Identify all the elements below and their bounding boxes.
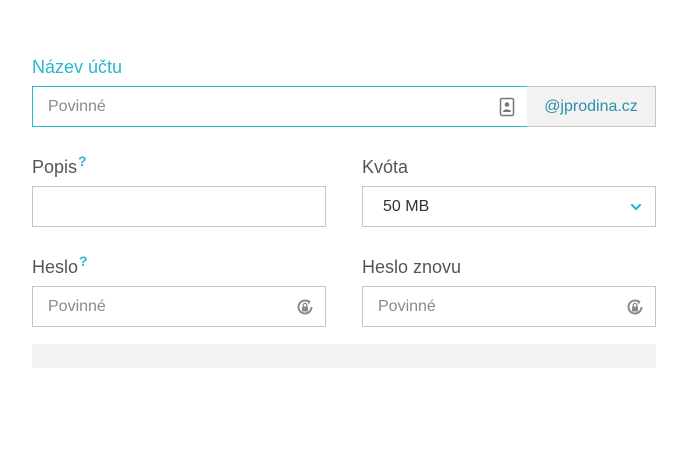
contact-card-icon[interactable] — [497, 97, 517, 117]
password-generator-icon[interactable] — [625, 297, 645, 317]
account-name-label: Název účtu — [32, 57, 123, 77]
account-name-input[interactable] — [33, 87, 527, 126]
password-field[interactable] — [32, 286, 326, 327]
description-input[interactable] — [33, 187, 325, 226]
domain-suffix: @jprodina.cz — [527, 86, 656, 127]
password-repeat-input[interactable] — [363, 287, 655, 326]
description-label-text: Popis — [32, 157, 78, 177]
description-help-icon[interactable]: ? — [78, 154, 87, 168]
quota-select[interactable]: 50 MB — [362, 186, 656, 227]
password-label: Heslo? — [32, 254, 88, 278]
password-label-text: Heslo — [32, 257, 79, 277]
password-repeat-field[interactable] — [362, 286, 656, 327]
account-form: Název účtu @jprodina.cz Popis? Kvóta 50 … — [0, 0, 689, 450]
password-repeat-label: Heslo znovu — [362, 257, 462, 277]
password-help-icon[interactable]: ? — [79, 254, 88, 268]
password-strength-bar — [32, 344, 656, 368]
quota-selected-value: 50 MB — [383, 198, 430, 215]
account-name-field[interactable] — [32, 86, 528, 127]
description-label: Popis? — [32, 154, 87, 178]
description-field[interactable] — [32, 186, 326, 227]
quota-label: Kvóta — [362, 157, 409, 177]
password-input[interactable] — [33, 287, 325, 326]
chevron-down-icon — [629, 200, 643, 214]
password-generator-icon[interactable] — [295, 297, 315, 317]
